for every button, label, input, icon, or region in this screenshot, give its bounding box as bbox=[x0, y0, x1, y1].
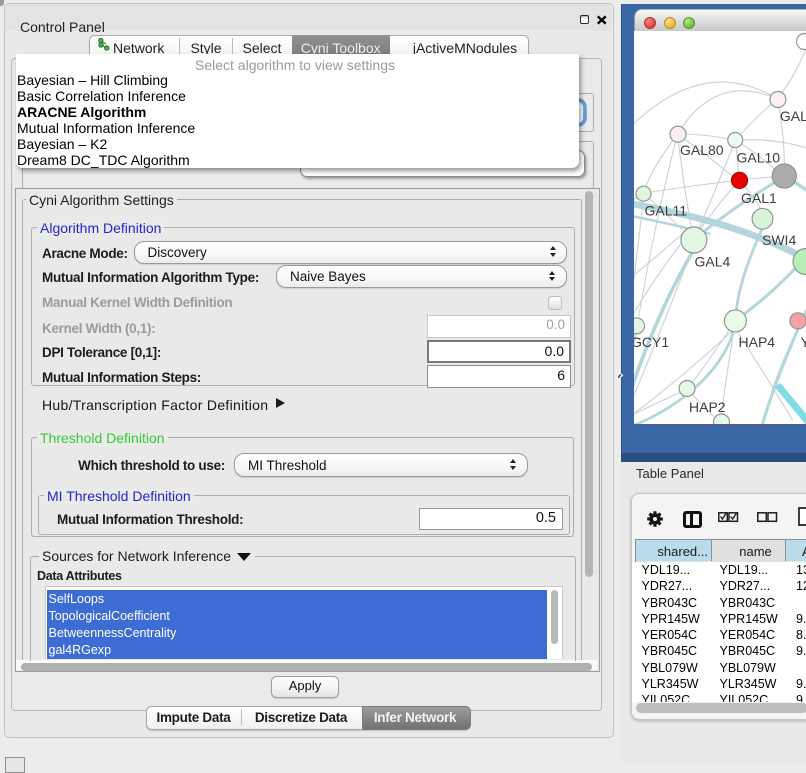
svg-text:GAL80: GAL80 bbox=[680, 142, 724, 158]
svg-text:GCY1: GCY1 bbox=[634, 334, 669, 350]
svg-text:GAL4: GAL4 bbox=[694, 254, 730, 270]
svg-text:GAL2: GAL2 bbox=[779, 108, 806, 124]
svg-text:Y: Y bbox=[800, 334, 806, 350]
svg-text:HAP4: HAP4 bbox=[738, 334, 775, 350]
svg-text:GAL10: GAL10 bbox=[736, 150, 780, 166]
svg-text:GAL11: GAL11 bbox=[644, 203, 687, 219]
svg-text:HAP2: HAP2 bbox=[689, 399, 726, 415]
svg-text:GAL1: GAL1 bbox=[741, 190, 777, 206]
svg-text:SWI4: SWI4 bbox=[762, 232, 796, 248]
